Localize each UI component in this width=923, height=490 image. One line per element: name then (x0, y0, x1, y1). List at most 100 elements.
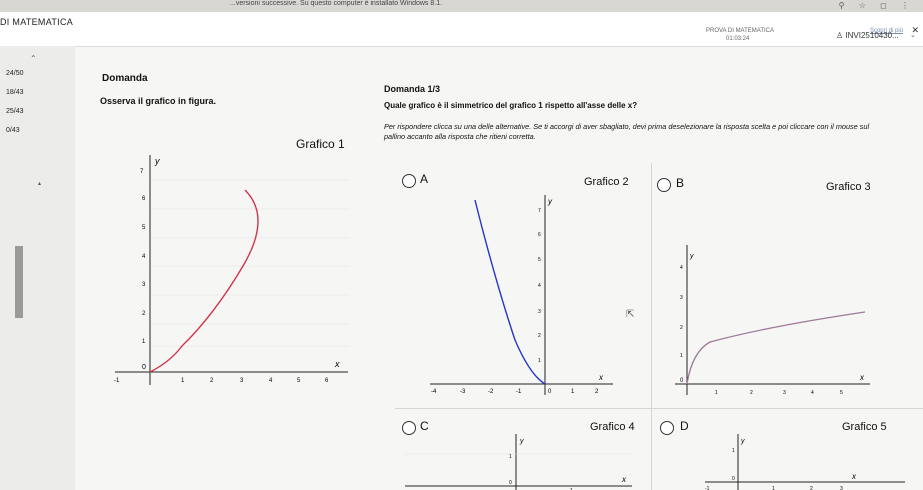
y-tick: 1 (509, 454, 512, 460)
triangle-up-icon: ▴ (38, 181, 42, 187)
x-tick: 5 (297, 378, 301, 384)
graph-2: x y 0 -4 -3 -2 -1 1 2 1 2 3 4 5 6 7 (430, 195, 613, 395)
score-4[interactable]: 0/43 (6, 127, 24, 146)
x-tick: 4 (811, 390, 814, 396)
graph-4: y x 0 1 1 (405, 434, 632, 490)
x-tick: 6 (325, 378, 329, 384)
x-tick: -1 (114, 378, 120, 384)
origin-label: 0 (732, 476, 735, 482)
options-divider-vertical (651, 163, 652, 490)
y-tick: 1 (732, 448, 735, 454)
option-a-letter: A (420, 172, 429, 186)
option-d-letter: D (680, 419, 689, 433)
exam-timer: 01:03:24 (726, 36, 750, 42)
y-tick: 1 (538, 358, 541, 364)
browser-toolbar-icons[interactable]: ⚲ ☆ ◻ ⋮ (839, 1, 915, 10)
x-tick: -3 (460, 389, 466, 395)
x-tick: -4 (431, 389, 437, 395)
x-tick: 4 (269, 378, 273, 384)
origin-label: 0 (142, 364, 146, 371)
x-tick: -1 (705, 486, 710, 490)
graph-1: x y 0 -1 1 2 3 4 5 6 1 2 3 4 5 6 7 (114, 155, 350, 385)
user-id[interactable]: ♙ INVI2510430... (836, 31, 899, 40)
sidebar: ⌃ 24/50 18/43 25/43 0/43 ▴ (0, 46, 75, 490)
graph-1-curve (149, 189, 259, 373)
y-tick: 1 (680, 353, 683, 359)
y-tick: 7 (538, 208, 541, 214)
x-tick: 3 (783, 390, 786, 396)
score-1[interactable]: 24/50 (6, 70, 24, 89)
option-a-graph-label: Grafico 2 (584, 176, 629, 188)
y-axis-label: y (547, 197, 553, 206)
os-notification-bar: ...versioni successive. Su questo comput… (0, 0, 923, 12)
graph-3: x y 0 1 2 3 4 5 1 2 3 4 (675, 245, 870, 396)
x-tick: 2 (210, 378, 214, 384)
y-tick: 2 (538, 333, 541, 339)
y-tick: 4 (538, 283, 541, 289)
graph-5: y x 0 1 -1 1 2 3 (705, 434, 905, 490)
x-tick: 1 (181, 378, 185, 384)
y-tick: 5 (142, 225, 146, 231)
y-axis-label: y (740, 438, 745, 445)
y-axis-label: y (154, 156, 160, 166)
option-b-letter: B (676, 176, 685, 190)
option-b-radio[interactable] (657, 178, 671, 192)
x-tick: 1 (571, 389, 575, 395)
options-divider-horizontal (395, 408, 923, 409)
user-icon: ♙ (836, 31, 844, 40)
option-c-letter: C (420, 419, 429, 433)
y-tick: 4 (142, 254, 146, 260)
x-axis-label: x (598, 373, 604, 382)
x-axis-label: x (851, 472, 857, 481)
y-tick: 2 (142, 311, 146, 317)
exam-name: PROVA DI MATEMATICA (706, 28, 775, 34)
domanda-heading: Domanda (102, 73, 148, 84)
x-tick: 1 (772, 486, 775, 490)
y-tick: 6 (142, 196, 146, 202)
graph-1-label: Grafico 1 (296, 137, 345, 151)
x-tick: -1 (516, 389, 522, 395)
question-instructions: Per rispondere clicca su una delle alter… (384, 122, 870, 141)
graph-2-curve (474, 199, 546, 385)
x-tick: 2 (595, 389, 599, 395)
x-tick: 5 (840, 390, 843, 396)
y-tick: 1 (142, 339, 146, 345)
x-tick: 1 (715, 390, 718, 396)
y-tick: 3 (538, 309, 541, 315)
sidebar-scrollbar[interactable] (15, 246, 23, 318)
x-axis-label: x (334, 359, 340, 369)
option-a-radio[interactable] (402, 174, 416, 188)
y-tick: 3 (680, 295, 683, 301)
question-text: Quale grafico è il simmetrico del grafic… (384, 101, 638, 110)
x-axis-label: x (859, 373, 865, 382)
x-tick: 2 (810, 486, 813, 490)
y-axis-label: y (519, 438, 524, 445)
y-tick: 3 (142, 282, 146, 288)
y-tick: 5 (538, 257, 541, 263)
score-2[interactable]: 18/43 (6, 89, 24, 108)
option-b-graph-label: Grafico 3 (826, 181, 871, 193)
app-header (0, 12, 923, 47)
app-title: DI MATEMATICA (0, 17, 74, 27)
y-axis-label: y (689, 253, 694, 260)
x-tick: 3 (840, 486, 843, 490)
mouse-cursor-icon: ⇱ (626, 309, 635, 320)
y-tick: 6 (538, 232, 541, 238)
chevron-down-icon[interactable]: ⌄ (910, 31, 916, 39)
y-tick: 7 (140, 169, 144, 175)
score-3[interactable]: 25/43 (6, 108, 24, 127)
graph-3-curve (686, 311, 866, 385)
domanda-instruction: Osserva il grafico in figura. (100, 96, 217, 106)
option-d-radio[interactable] (660, 421, 674, 435)
chevron-up-icon[interactable]: ⌃ (30, 54, 37, 63)
x-tick: 2 (750, 390, 753, 396)
x-tick: 3 (240, 378, 244, 384)
x-tick: -2 (488, 389, 494, 395)
x-axis-label: x (621, 475, 627, 484)
question-number: Domanda 1/3 (384, 84, 441, 94)
y-tick: 4 (680, 265, 683, 271)
origin-label: 0 (680, 378, 684, 384)
origin-label: 0 (548, 389, 552, 395)
user-id-text: INVI2510430... (845, 31, 899, 40)
origin-label: 0 (509, 480, 512, 486)
